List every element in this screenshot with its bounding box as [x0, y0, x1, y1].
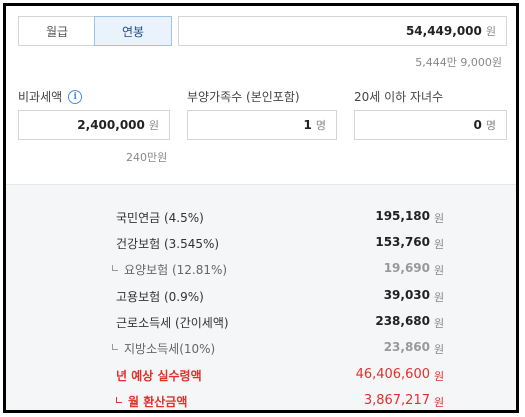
result-label: 요양보험 (12.81%) — [124, 263, 228, 277]
children-input[interactable]: 0 명 — [354, 110, 507, 140]
non-taxable-label: 비과세액 — [18, 90, 63, 104]
result-value: 153,760 — [375, 235, 430, 249]
result-unit: 원 — [434, 291, 445, 304]
result-unit: 원 — [434, 370, 445, 383]
result-value: 23,860 — [383, 340, 430, 354]
branch-icon — [116, 397, 122, 403]
non-taxable-hint: 240만원 — [126, 151, 168, 164]
branch-icon — [112, 265, 118, 271]
result-row-annual-net: 년 예상 실수령액 46,406,600 원 — [6, 365, 516, 385]
result-row-income-tax: 근로소득세 (간이세액) 238,680 원 — [6, 312, 516, 332]
result-label: 월 환산금액 — [128, 395, 188, 409]
non-taxable-input[interactable]: 2,400,000 원 — [18, 110, 170, 140]
result-label: 근로소득세 (간이세액) — [116, 316, 229, 330]
info-icon[interactable]: i — [68, 89, 83, 104]
result-value: 46,406,600 — [355, 367, 430, 382]
result-label: 년 예상 실수령액 — [116, 369, 202, 383]
pay-period-tabs: 월급 연봉 — [18, 16, 172, 46]
dependents-input[interactable]: 1 명 — [187, 110, 337, 140]
salary-value: 54,449,000 — [405, 24, 482, 38]
result-unit: 원 — [434, 396, 445, 409]
result-label: 국민연금 (4.5%) — [116, 211, 204, 225]
result-row-care: 요양보험 (12.81%) 19,690 원 — [6, 259, 516, 279]
salary-unit: 원 — [485, 25, 496, 38]
result-unit: 원 — [434, 212, 445, 225]
non-taxable-label-group: 비과세액 i — [18, 88, 83, 105]
result-value: 19,690 — [383, 261, 430, 275]
result-row-employment: 고용보험 (0.9%) 39,030 원 — [6, 286, 516, 306]
result-label: 지방소득세(10%) — [124, 342, 216, 356]
salary-input[interactable]: 54,449,000 원 — [178, 16, 507, 46]
result-label: 고용보험 (0.9%) — [116, 290, 204, 304]
result-row-monthly-net: 월 환산금액 3,867,217 원 — [6, 391, 516, 410]
children-value: 0 — [473, 118, 482, 132]
result-value: 3,867,217 — [363, 393, 430, 408]
result-label-group: 지방소득세(10%) — [112, 340, 215, 357]
result-label: 건강보험 (3.545%) — [116, 237, 220, 251]
result-unit: 원 — [434, 343, 445, 356]
salary-hint: 5,444만 9,000원 — [415, 56, 502, 69]
non-taxable-unit: 원 — [148, 119, 159, 132]
result-value: 39,030 — [383, 288, 430, 302]
result-unit: 원 — [434, 238, 445, 251]
result-label-group: 월 환산금액 — [116, 393, 187, 410]
dependents-label: 부양가족수 (본인포함) — [187, 90, 300, 104]
result-unit: 원 — [434, 264, 445, 277]
non-taxable-value: 2,400,000 — [77, 118, 145, 132]
results-panel: 국민연금 (4.5%) 195,180 원 건강보험 (3.545%) 153,… — [6, 184, 516, 410]
tab-annual[interactable]: 연봉 — [94, 16, 172, 46]
calculator-panel: 월급 연봉 54,449,000 원 5,444만 9,000원 비과세액 i … — [3, 3, 519, 413]
result-label-group: 요양보험 (12.81%) — [112, 261, 227, 278]
children-unit: 명 — [485, 119, 496, 132]
result-value: 195,180 — [375, 209, 430, 223]
result-value: 238,680 — [375, 314, 430, 328]
branch-icon — [112, 344, 118, 350]
result-row-pension: 국민연금 (4.5%) 195,180 원 — [6, 207, 516, 227]
result-unit: 원 — [434, 317, 445, 330]
result-row-health: 건강보험 (3.545%) 153,760 원 — [6, 233, 516, 253]
dependents-unit: 명 — [315, 119, 326, 132]
result-row-local-tax: 지방소득세(10%) 23,860 원 — [6, 338, 516, 358]
tab-monthly[interactable]: 월급 — [19, 17, 95, 45]
dependents-value: 1 — [303, 118, 312, 132]
children-label: 20세 이하 자녀수 — [354, 90, 444, 104]
